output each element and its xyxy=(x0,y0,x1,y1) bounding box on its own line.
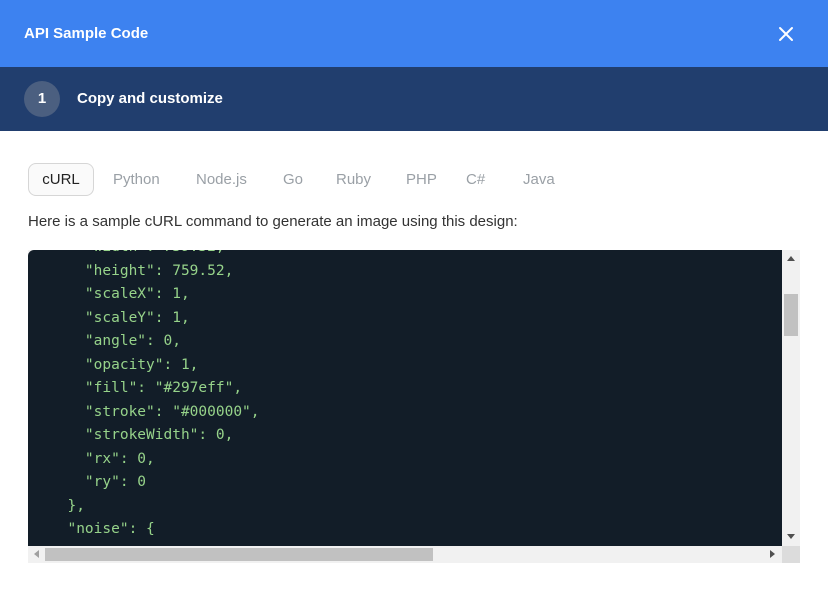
scrollbar-corner xyxy=(782,546,800,563)
tab-php[interactable]: PHP xyxy=(406,163,437,196)
modal-title: API Sample Code xyxy=(24,25,149,42)
code-description: Here is a sample cURL command to generat… xyxy=(28,213,518,230)
horizontal-scrollbar[interactable] xyxy=(28,546,782,563)
modal-header: API Sample Code xyxy=(0,0,828,67)
vertical-scroll-thumb[interactable] xyxy=(784,294,798,336)
step-label: Copy and customize xyxy=(77,90,223,107)
code-block: "width": 759.52, "height": 759.52, "scal… xyxy=(28,250,800,563)
close-icon xyxy=(779,27,793,41)
vertical-scrollbar[interactable] xyxy=(782,250,800,546)
tab-python[interactable]: Python xyxy=(113,163,160,196)
tab-java[interactable]: Java xyxy=(523,163,555,196)
code-viewport[interactable]: "width": 759.52, "height": 759.52, "scal… xyxy=(28,250,782,546)
tab-go[interactable]: Go xyxy=(283,163,303,196)
code-text[interactable]: "width": 759.52, "height": 759.52, "scal… xyxy=(50,250,259,542)
scroll-up-icon[interactable] xyxy=(787,256,795,261)
step-number-badge: 1 xyxy=(24,81,60,117)
tab-ruby[interactable]: Ruby xyxy=(336,163,371,196)
close-button[interactable] xyxy=(772,20,800,48)
tab-csharp[interactable]: C# xyxy=(466,163,485,196)
scroll-down-icon[interactable] xyxy=(787,534,795,539)
step-bar: 1 Copy and customize xyxy=(0,67,828,131)
scroll-left-icon[interactable] xyxy=(34,550,39,558)
scroll-right-icon[interactable] xyxy=(770,550,775,558)
horizontal-scroll-thumb[interactable] xyxy=(45,548,433,561)
tab-curl[interactable]: cURL xyxy=(28,163,94,196)
tab-nodejs[interactable]: Node.js xyxy=(196,163,247,196)
